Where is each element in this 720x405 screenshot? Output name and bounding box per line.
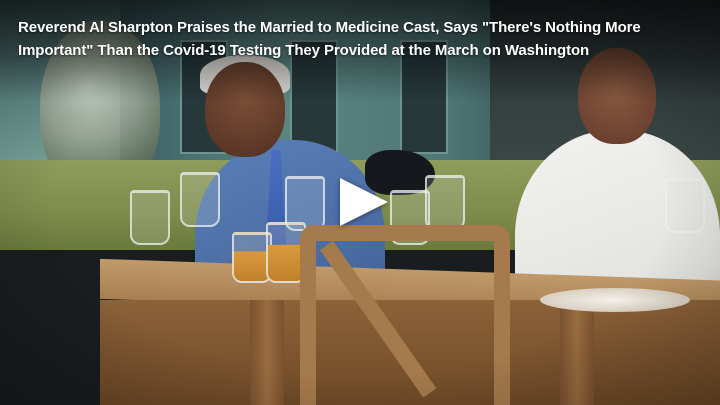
video-title[interactable]: Reverend Al Sharpton Praises the Married… [18,16,698,62]
video-player[interactable]: Reverend Al Sharpton Praises the Married… [0,0,720,405]
play-icon [340,178,388,226]
play-button[interactable] [324,172,396,232]
